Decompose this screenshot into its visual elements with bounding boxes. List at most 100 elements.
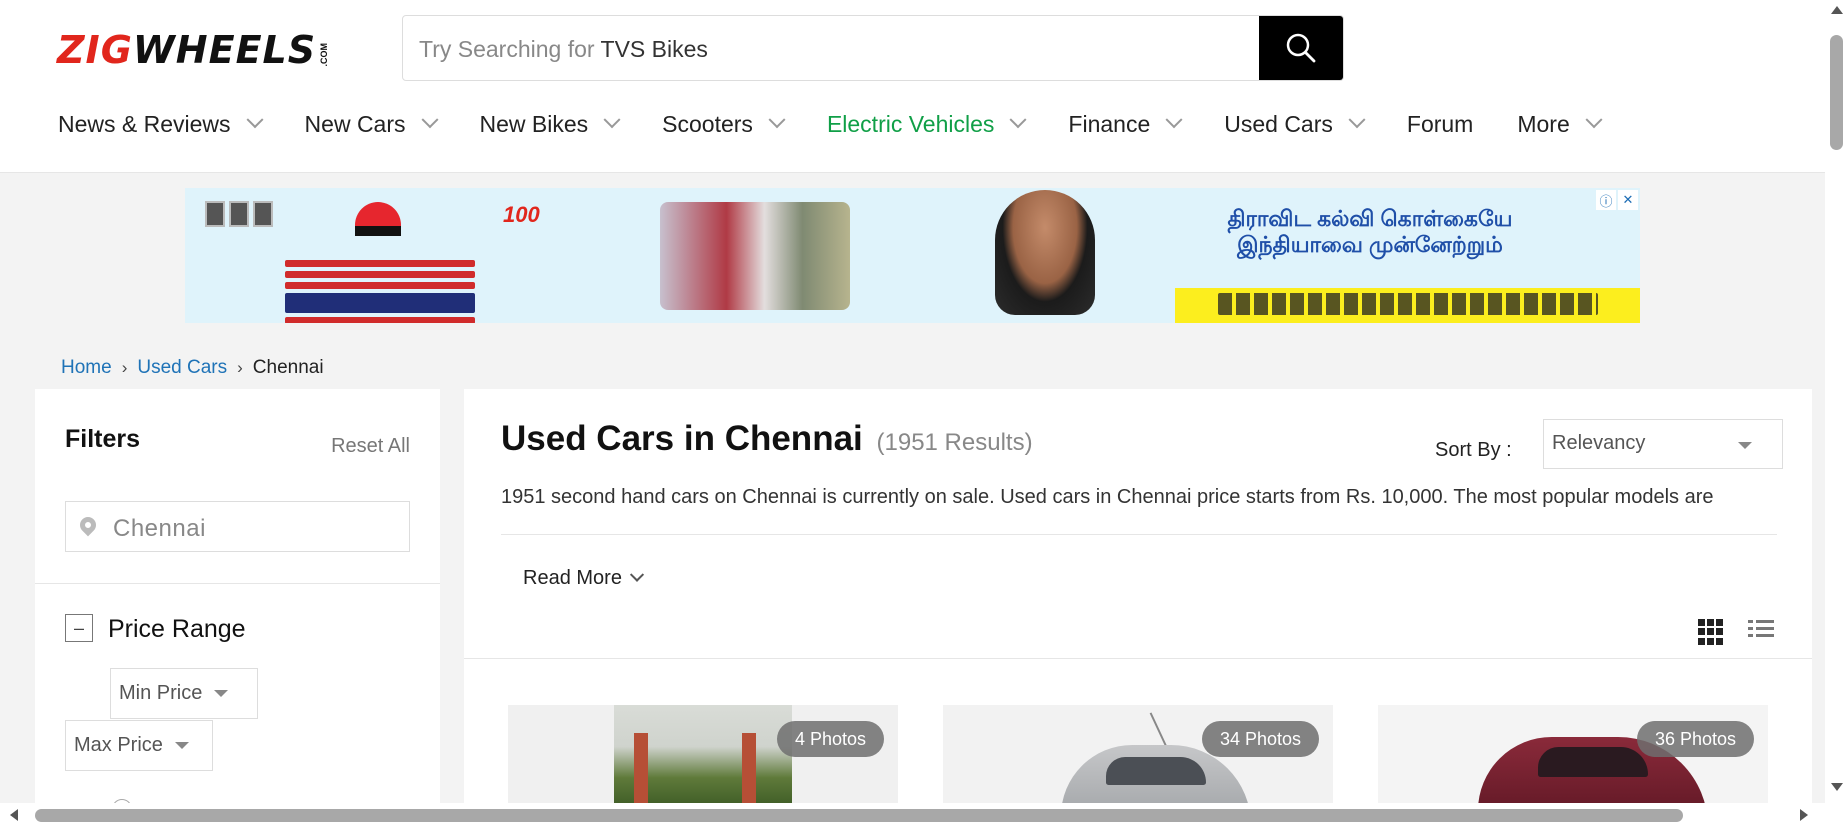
nav-label: Finance: [1068, 110, 1151, 137]
nav-label: New Bikes: [479, 110, 589, 137]
nav-item-used-cars[interactable]: Used Cars: [1224, 110, 1366, 138]
car-listing-card[interactable]: 4 Photos: [508, 705, 898, 809]
breadcrumb-separator: ›: [121, 358, 128, 377]
chevron-down-icon: [246, 111, 264, 129]
nav-label: New Cars: [304, 110, 406, 137]
search-placeholder: Try Searching for: [419, 36, 595, 62]
caret-down-icon: [214, 690, 229, 697]
ad-headline-line1: திராவிட கல்வி கொள்கையே: [1227, 206, 1513, 231]
location-input[interactable]: Chennai: [65, 501, 410, 552]
divider: [464, 658, 1812, 659]
caret-down-icon: [174, 742, 189, 749]
scroll-right-arrow-icon[interactable]: [1800, 809, 1808, 821]
filters-title: Filters: [65, 425, 141, 453]
zigwheels-logo[interactable]: ZIG WHEELS .COM: [57, 30, 329, 70]
nav-item-electric-vehicles[interactable]: Electric Vehicles: [826, 110, 1027, 138]
grid-view-icon[interactable]: [1698, 619, 1724, 645]
breadcrumb-used-cars[interactable]: Used Cars: [137, 357, 227, 379]
ad-tagline: [1217, 293, 1598, 315]
nav-item-forum[interactable]: Forum: [1407, 111, 1473, 138]
ad-100-badge: 100: [503, 202, 540, 227]
photos-count-badge[interactable]: 36 Photos: [1636, 721, 1754, 757]
photos-count-badge[interactable]: 34 Photos: [1201, 721, 1319, 757]
location-pin-icon: [76, 513, 100, 537]
search-input[interactable]: Try Searching for TVS Bikes: [419, 36, 708, 63]
read-more-label: Read More: [523, 567, 622, 589]
car-photo[interactable]: [614, 705, 792, 809]
list-view-icon[interactable]: [1748, 620, 1774, 644]
results-description: 1951 second hand cars on Chennai is curr…: [501, 486, 1714, 508]
scroll-up-arrow-icon[interactable]: [1831, 6, 1843, 14]
advertisement-banner[interactable]: 100 திராவிட கல்வி கொள்கையே இந்தியாவை முன…: [185, 188, 1640, 323]
nav-item-new-bikes[interactable]: New Bikes: [479, 110, 621, 138]
ad-party-emblem: [355, 202, 401, 236]
breadcrumb-home[interactable]: Home: [61, 357, 112, 379]
sort-label: Sort By :: [1435, 439, 1512, 461]
divider: [501, 534, 1777, 535]
logo-wheels: WHEELS: [132, 28, 317, 72]
max-price-select[interactable]: Max Price: [65, 720, 213, 771]
nav-label: Electric Vehicles: [826, 110, 995, 137]
ad-headline-line2: இந்தியாவை முன்னேற்றும்: [1237, 232, 1503, 257]
reset-all-link[interactable]: Reset All: [331, 435, 410, 458]
search-button[interactable]: [1259, 16, 1343, 80]
search-hint: TVS Bikes: [600, 36, 708, 62]
nav-label: Forum: [1406, 110, 1474, 137]
car-listing-card[interactable]: 36 Photos: [1378, 705, 1768, 809]
horizontal-scrollbar[interactable]: [0, 803, 1848, 827]
min-price-label: Min Price: [119, 682, 203, 704]
page-title-text: Used Cars in Chennai: [501, 419, 863, 458]
nav-label: News & Reviews: [58, 110, 231, 137]
ad-leader-portraits: [205, 201, 273, 227]
breadcrumb: Home › Used Cars › Chennai: [61, 357, 324, 379]
nav-item-scooters[interactable]: Scooters: [662, 110, 786, 138]
nav-label: More: [1517, 110, 1570, 137]
scrollbar-thumb[interactable]: [1830, 35, 1843, 150]
site-header: ZIG WHEELS .COM Try Searching for TVS Bi…: [0, 0, 1825, 173]
search-icon: [1286, 33, 1316, 63]
scroll-down-arrow-icon[interactable]: [1831, 783, 1843, 791]
breadcrumb-separator: ›: [237, 358, 243, 377]
chevron-down-icon: [1009, 111, 1027, 129]
min-price-select[interactable]: Min Price: [110, 668, 258, 719]
price-range-label: Price Range: [108, 615, 246, 643]
chevron-down-icon: [1165, 111, 1183, 129]
nav-item-more[interactable]: More: [1517, 110, 1603, 138]
max-price-label: Max Price: [74, 734, 163, 756]
nav-label: Used Cars: [1224, 110, 1333, 137]
nav-item-news-reviews[interactable]: News & Reviews: [58, 110, 264, 138]
caret-down-icon: [1738, 442, 1752, 449]
logo-zig: ZIG: [57, 28, 133, 72]
nav-item-finance[interactable]: Finance: [1068, 110, 1183, 138]
photos-count-badge[interactable]: 4 Photos: [776, 721, 884, 757]
chevron-down-icon: [629, 567, 645, 582]
main-nav: News & Reviews New Cars New Bikes Scoote…: [58, 108, 1644, 140]
ad-tagline-strip: [1175, 288, 1640, 323]
car-listing-card[interactable]: 34 Photos: [943, 705, 1333, 809]
ad-portrait: [995, 190, 1095, 315]
price-range-collapse-toggle[interactable]: –: [65, 614, 93, 642]
close-icon[interactable]: ✕: [1618, 190, 1638, 210]
nav-item-new-cars[interactable]: New Cars: [304, 110, 439, 138]
logo-suffix: .COM: [319, 42, 330, 67]
results-panel: Used Cars in Chennai (1951 Results) Sort…: [464, 389, 1812, 809]
nav-label: Scooters: [662, 110, 753, 137]
ad-tamil-text-block: [285, 256, 475, 323]
chevron-down-icon: [421, 111, 439, 129]
info-icon[interactable]: ⓘ: [1596, 190, 1616, 210]
ad-controls: ⓘ ✕: [1596, 190, 1638, 210]
chevron-down-icon: [1585, 111, 1603, 129]
search-bar[interactable]: Try Searching for TVS Bikes: [402, 15, 1344, 81]
scrollbar-thumb[interactable]: [35, 809, 1683, 822]
ad-headline: திராவிட கல்வி கொள்கையே இந்தியாவை முன்னேற…: [1205, 206, 1535, 258]
sort-value: Relevancy: [1552, 432, 1646, 454]
scroll-left-arrow-icon[interactable]: [10, 809, 18, 821]
ad-left-panel: [205, 196, 505, 323]
chevron-down-icon: [768, 111, 786, 129]
sort-select[interactable]: Relevancy: [1543, 419, 1783, 469]
filters-sidebar: Filters Reset All Chennai – Price Range …: [35, 389, 440, 819]
vertical-scrollbar[interactable]: [1825, 0, 1848, 803]
divider: [35, 583, 440, 584]
read-more-button[interactable]: Read More: [523, 567, 645, 590]
chevron-down-icon: [603, 111, 621, 129]
